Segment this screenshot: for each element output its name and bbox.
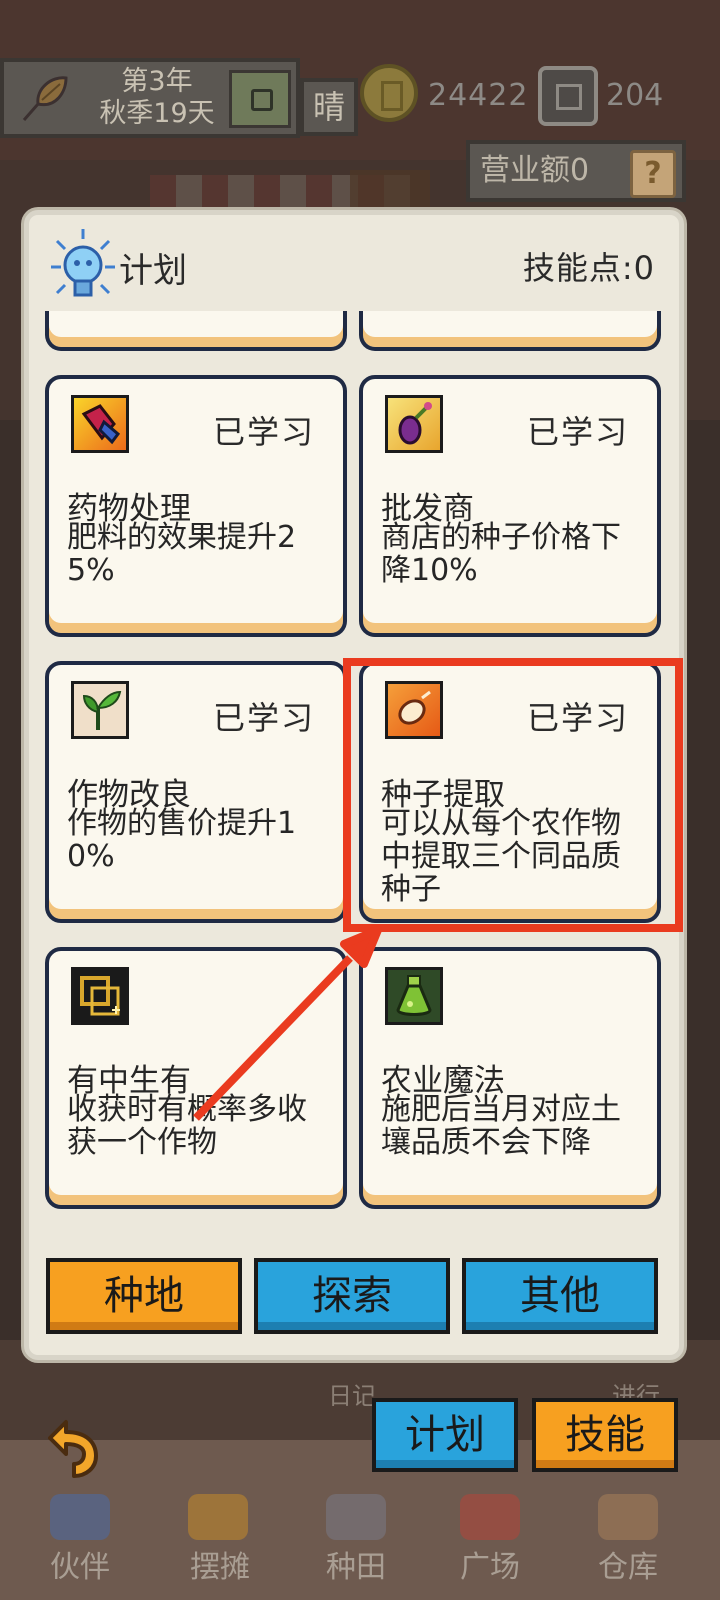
stall-icon — [188, 1494, 248, 1540]
learned-badge: 已学习 — [526, 413, 629, 451]
skill-description: 肥料的效果提升25% — [67, 520, 297, 588]
sprout-icon — [71, 681, 129, 739]
plaza-icon — [460, 1494, 520, 1540]
skill-card-something-from-nothing[interactable]: 有中生有 收获时有概率多收获一个作物 — [45, 947, 347, 1209]
gem-icon — [538, 66, 598, 126]
back-arrow-icon[interactable] — [40, 1412, 112, 1482]
skill-description: 作物的售价提升10% — [67, 806, 297, 874]
diary-label[interactable]: 日记 — [328, 1376, 376, 1411]
skill-card-wholesale[interactable]: 已学习 批发商 商店的种子价格下降10% — [359, 375, 661, 637]
skill-card-medicine[interactable]: 已学习 药物处理 肥料的效果提升25% — [45, 375, 347, 637]
panel-title: 计划 — [119, 251, 187, 291]
skill-description: 施肥后当月对应土壤品质不会下降 — [381, 1092, 621, 1160]
nav-warehouse[interactable]: 仓库 — [568, 1542, 688, 1586]
panel-header: 计划 技能点:0 — [29, 215, 679, 311]
weather-icon — [229, 70, 291, 128]
weather-label: 晴 — [300, 78, 358, 136]
field-icon — [326, 1494, 386, 1540]
lightbulb-icon — [51, 229, 115, 297]
nav-partner[interactable]: 伙伴 — [20, 1542, 140, 1586]
wholesale-icon — [385, 395, 443, 453]
nav-field[interactable]: 种田 — [296, 1542, 416, 1586]
skill-description: 收获时有概率多收获一个作物 — [67, 1092, 307, 1160]
skill-card-crop-improvement[interactable]: 已学习 作物改良 作物的售价提升10% — [45, 661, 347, 923]
potion-icon — [385, 967, 443, 1025]
warehouse-icon — [598, 1494, 658, 1540]
date-year: 第3年 — [121, 66, 193, 97]
gems-value: 204 — [606, 78, 664, 113]
date-season-day: 秋季19天 — [99, 98, 215, 129]
nav-stall[interactable]: 摆摊 — [160, 1542, 280, 1586]
dice-icon — [71, 967, 129, 1025]
nav-plaza[interactable]: 广场 — [430, 1542, 550, 1586]
skill-card-partial — [45, 311, 347, 351]
tab-explore[interactable]: 探索 — [254, 1258, 450, 1334]
help-button[interactable]: ? — [630, 150, 676, 198]
medicine-icon — [71, 395, 129, 453]
highlight-box — [343, 658, 683, 932]
skill-points: 技能点:0 — [522, 249, 655, 287]
tab-other[interactable]: 其他 — [462, 1258, 658, 1334]
skill-card-farm-magic[interactable]: 农业魔法 施肥后当月对应土壤品质不会下降 — [359, 947, 661, 1209]
skill-card-partial — [359, 311, 661, 351]
partner-icon — [50, 1494, 110, 1540]
leaf-icon — [22, 76, 68, 121]
plan-button[interactable]: 计划 — [372, 1398, 518, 1472]
coin-icon — [360, 64, 418, 122]
tab-farm[interactable]: 种地 — [46, 1258, 242, 1334]
coins-value: 24422 — [428, 78, 529, 113]
learned-badge: 已学习 — [212, 699, 315, 737]
date-panel: 第3年 秋季19天 — [0, 58, 300, 138]
learned-badge: 已学习 — [212, 413, 315, 451]
skill-description: 商店的种子价格下降10% — [381, 520, 621, 588]
skill-button[interactable]: 技能 — [532, 1398, 678, 1472]
